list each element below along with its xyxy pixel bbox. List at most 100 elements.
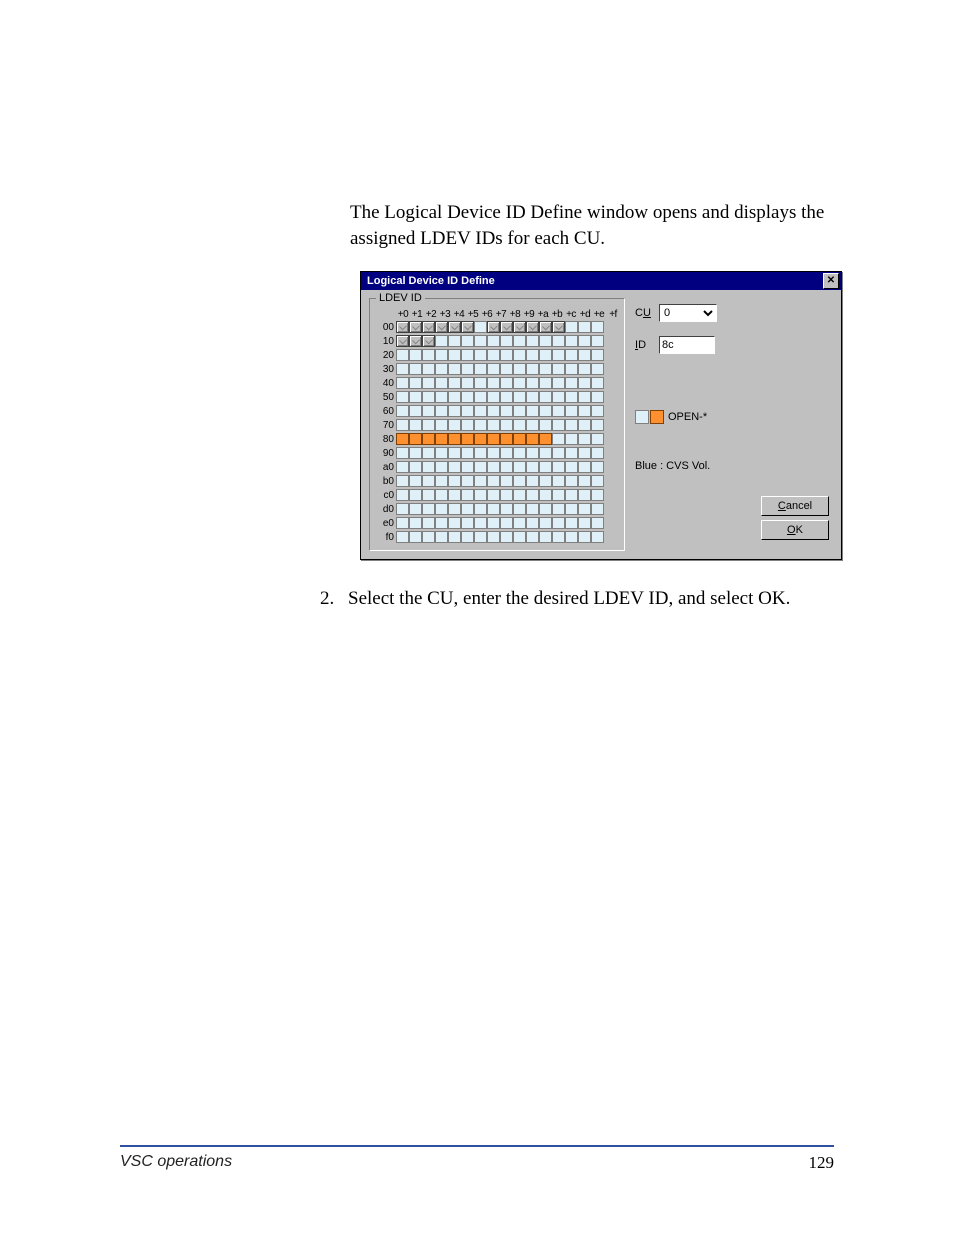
ldev-cell[interactable]	[435, 419, 448, 431]
ldev-cell[interactable]	[461, 447, 474, 459]
ldev-cell[interactable]	[565, 321, 578, 333]
cu-select[interactable]: 0	[659, 304, 717, 322]
ldev-cell[interactable]	[552, 349, 565, 361]
ldev-cell[interactable]	[487, 363, 500, 375]
ldev-cell[interactable]	[396, 433, 409, 445]
ldev-cell[interactable]	[539, 335, 552, 347]
ldev-cell[interactable]	[565, 531, 578, 543]
ldev-cell[interactable]	[474, 517, 487, 529]
ldev-cell[interactable]	[461, 405, 474, 417]
ldev-cell[interactable]	[513, 433, 526, 445]
ldev-cell[interactable]	[578, 405, 591, 417]
ldev-cell[interactable]	[435, 447, 448, 459]
ldev-cell[interactable]	[591, 517, 604, 529]
ldev-cell[interactable]	[513, 475, 526, 487]
ldev-cell[interactable]	[487, 321, 500, 333]
ldev-cell[interactable]	[552, 517, 565, 529]
ldev-cell[interactable]	[409, 475, 422, 487]
ldev-cell[interactable]	[435, 433, 448, 445]
ldev-cell[interactable]	[526, 391, 539, 403]
ldev-cell[interactable]	[526, 517, 539, 529]
ldev-cell[interactable]	[552, 489, 565, 501]
ldev-cell[interactable]	[474, 447, 487, 459]
ldev-cell[interactable]	[578, 531, 591, 543]
ldev-cell[interactable]	[552, 531, 565, 543]
ldev-cell[interactable]	[513, 335, 526, 347]
ldev-cell[interactable]	[539, 349, 552, 361]
ldev-cell[interactable]	[578, 363, 591, 375]
ldev-cell[interactable]	[448, 461, 461, 473]
ldev-cell[interactable]	[448, 433, 461, 445]
ldev-cell[interactable]	[500, 391, 513, 403]
ldev-cell[interactable]	[552, 475, 565, 487]
ldev-cell[interactable]	[500, 489, 513, 501]
ldev-cell[interactable]	[448, 405, 461, 417]
ldev-cell[interactable]	[565, 517, 578, 529]
ldev-cell[interactable]	[396, 475, 409, 487]
ldev-cell[interactable]	[591, 377, 604, 389]
ldev-cell[interactable]	[552, 433, 565, 445]
ldev-cell[interactable]	[513, 461, 526, 473]
ldev-cell[interactable]	[396, 461, 409, 473]
ldev-cell[interactable]	[487, 377, 500, 389]
ldev-cell[interactable]	[396, 405, 409, 417]
ldev-cell[interactable]	[578, 419, 591, 431]
ldev-cell[interactable]	[474, 475, 487, 487]
ldev-cell[interactable]	[552, 405, 565, 417]
ldev-cell[interactable]	[487, 433, 500, 445]
ldev-cell[interactable]	[461, 531, 474, 543]
ldev-cell[interactable]	[487, 405, 500, 417]
ldev-cell[interactable]	[487, 461, 500, 473]
ldev-cell[interactable]	[539, 391, 552, 403]
ldev-cell[interactable]	[552, 377, 565, 389]
ldev-cell[interactable]	[422, 447, 435, 459]
ldev-cell[interactable]	[513, 489, 526, 501]
ldev-cell[interactable]	[539, 405, 552, 417]
ldev-cell[interactable]	[552, 503, 565, 515]
ldev-cell[interactable]	[591, 475, 604, 487]
ldev-cell[interactable]	[461, 419, 474, 431]
ldev-cell[interactable]	[552, 461, 565, 473]
ldev-cell[interactable]	[500, 363, 513, 375]
ldev-cell[interactable]	[474, 531, 487, 543]
ldev-cell[interactable]	[435, 349, 448, 361]
ldev-cell[interactable]	[487, 419, 500, 431]
ldev-cell[interactable]	[422, 419, 435, 431]
ldev-cell[interactable]	[435, 531, 448, 543]
id-input[interactable]	[659, 336, 715, 354]
ldev-cell[interactable]	[422, 405, 435, 417]
ldev-cell[interactable]	[409, 461, 422, 473]
ldev-cell[interactable]	[565, 475, 578, 487]
ldev-cell[interactable]	[565, 503, 578, 515]
ldev-cell[interactable]	[591, 461, 604, 473]
ldev-cell[interactable]	[396, 335, 409, 347]
ldev-cell[interactable]	[526, 349, 539, 361]
ldev-cell[interactable]	[513, 349, 526, 361]
ldev-cell[interactable]	[539, 363, 552, 375]
ldev-cell[interactable]	[565, 391, 578, 403]
ldev-cell[interactable]	[474, 335, 487, 347]
ldev-cell[interactable]	[578, 503, 591, 515]
ldev-cell[interactable]	[500, 321, 513, 333]
ldev-cell[interactable]	[591, 405, 604, 417]
ldev-cell[interactable]	[435, 517, 448, 529]
ldev-cell[interactable]	[422, 433, 435, 445]
ldev-cell[interactable]	[578, 517, 591, 529]
ldev-cell[interactable]	[409, 391, 422, 403]
ldev-cell[interactable]	[409, 377, 422, 389]
ldev-cell[interactable]	[487, 349, 500, 361]
ldev-cell[interactable]	[461, 391, 474, 403]
ldev-cell[interactable]	[474, 405, 487, 417]
ldev-cell[interactable]	[513, 391, 526, 403]
ldev-cell[interactable]	[552, 321, 565, 333]
ldev-cell[interactable]	[461, 517, 474, 529]
ldev-cell[interactable]	[539, 419, 552, 431]
ldev-cell[interactable]	[409, 517, 422, 529]
ldev-cell[interactable]	[461, 461, 474, 473]
ldev-cell[interactable]	[500, 517, 513, 529]
ldev-cell[interactable]	[526, 419, 539, 431]
ldev-cell[interactable]	[526, 363, 539, 375]
ldev-cell[interactable]	[565, 335, 578, 347]
ldev-cell[interactable]	[565, 447, 578, 459]
ldev-cell[interactable]	[591, 335, 604, 347]
